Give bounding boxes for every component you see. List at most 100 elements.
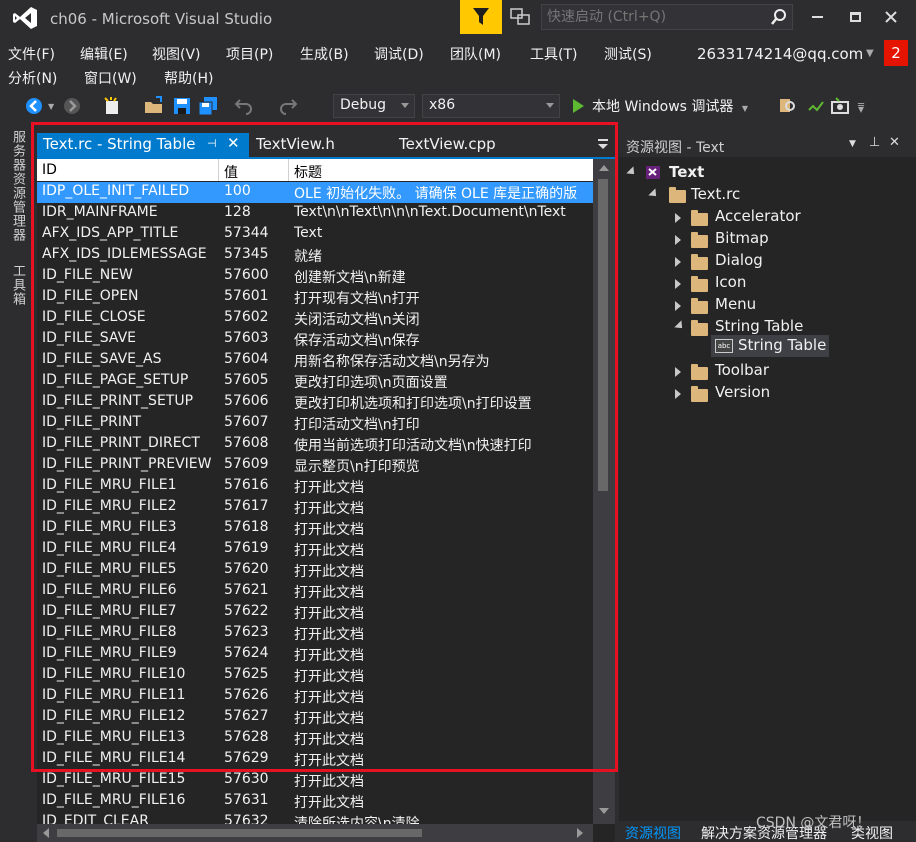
row-value[interactable]: 57344 (224, 225, 269, 241)
pin-icon[interactable]: ⊣ (207, 137, 217, 150)
table-row[interactable]: ID_FILE_NEW 57600 创建新文档\n新建 (37, 266, 593, 287)
redo-icon[interactable] (278, 96, 298, 116)
tab-textview-h[interactable]: TextView.h (250, 133, 341, 157)
row-value[interactable]: 57609 (224, 456, 269, 472)
row-caption[interactable]: 保存活动文档\n保存 (294, 330, 420, 350)
menu-analyze[interactable]: 分析(N) (8, 68, 57, 88)
undo-icon[interactable] (234, 96, 254, 116)
row-id[interactable]: ID_FILE_MRU_FILE11 (42, 687, 185, 703)
table-row[interactable]: ID_FILE_MRU_FILE1 57616 打开此文档 (37, 476, 593, 497)
account-name[interactable]: 2633174214@qq.com (697, 45, 863, 63)
table-row[interactable]: ID_FILE_MRU_FILE13 57628 打开此文档 (37, 728, 593, 749)
row-value[interactable]: 57608 (224, 435, 269, 451)
row-id[interactable]: ID_FILE_MRU_FILE10 (42, 666, 185, 682)
chevron-down-icon[interactable]: ▼ (742, 104, 748, 113)
panel-menu-icon[interactable]: ▼ (849, 139, 856, 149)
table-row[interactable]: ID_FILE_MRU_FILE7 57622 打开此文档 (37, 602, 593, 623)
tree-item-menu[interactable]: Menu (673, 295, 903, 316)
expand-icon[interactable] (675, 301, 681, 311)
row-caption[interactable]: 打开此文档 (294, 708, 364, 728)
row-value[interactable]: 57618 (224, 519, 269, 535)
row-id[interactable]: AFX_IDS_APP_TITLE (42, 225, 178, 241)
table-row[interactable]: ID_FILE_CLOSE 57602 关闭活动文档\n关闭 (37, 308, 593, 329)
collapse-icon[interactable] (648, 188, 660, 200)
menu-edit[interactable]: 编辑(E) (80, 44, 128, 64)
row-id[interactable]: ID_FILE_MRU_FILE3 (42, 519, 177, 535)
row-value[interactable]: 57632 (224, 813, 269, 824)
menu-help[interactable]: 帮助(H) (164, 68, 213, 88)
horizontal-scrollbar[interactable] (37, 824, 593, 842)
search-icon[interactable] (770, 8, 788, 26)
tree-item-version[interactable]: Version (673, 383, 903, 404)
row-caption[interactable]: 清除所选内容\n清除 (294, 813, 420, 824)
row-value[interactable]: 57626 (224, 687, 269, 703)
row-id[interactable]: ID_FILE_PRINT_PREVIEW (42, 456, 211, 472)
start-debugging-button[interactable]: 本地 Windows 调试器 ▼ (573, 96, 748, 116)
table-row[interactable]: ID_FILE_MRU_FILE3 57618 打开此文档 (37, 518, 593, 539)
find-in-files-icon[interactable] (778, 96, 798, 116)
tab-string-table[interactable]: Text.rc - String Table ⊣ ✕ (37, 133, 249, 157)
row-id[interactable]: ID_FILE_MRU_FILE6 (42, 582, 177, 598)
row-caption[interactable]: 打开此文档 (294, 498, 364, 518)
row-id[interactable]: AFX_IDS_IDLEMESSAGE (42, 246, 207, 262)
row-caption[interactable]: 用新名称保存活动文档\n另存为 (294, 351, 490, 371)
table-row[interactable]: IDR_MAINFRAME 128 Text\n\nText\n\n\nText.D… (37, 203, 593, 224)
row-id[interactable]: ID_FILE_PAGE_SETUP (42, 372, 188, 388)
row-caption[interactable]: 显示整页\n打印预览 (294, 456, 420, 476)
quick-launch-box[interactable] (541, 4, 793, 30)
row-value[interactable]: 57619 (224, 540, 269, 556)
menu-build[interactable]: 生成(B) (300, 44, 349, 64)
camera-icon[interactable] (830, 96, 850, 116)
row-id[interactable]: ID_FILE_NEW (42, 267, 133, 283)
table-row[interactable]: ID_FILE_MRU_FILE6 57621 打开此文档 (37, 581, 593, 602)
table-row[interactable]: ID_FILE_PRINT_PREVIEW 57609 显示整页\n打印预览 (37, 455, 593, 476)
expand-icon[interactable] (675, 235, 681, 245)
row-id[interactable]: ID_FILE_MRU_FILE15 (42, 771, 185, 787)
row-caption[interactable]: 就绪 (294, 246, 322, 266)
tab-textview-cpp[interactable]: TextView.cpp (393, 133, 502, 157)
table-row[interactable]: ID_FILE_PRINT_SETUP 57606 更改打印机选项和打印选项\n打印… (37, 392, 593, 413)
row-value[interactable]: 57622 (224, 603, 269, 619)
row-caption[interactable]: 打开此文档 (294, 540, 364, 560)
row-caption[interactable]: 打开此文档 (294, 519, 364, 539)
row-id[interactable]: ID_FILE_PRINT_DIRECT (42, 435, 200, 451)
close-icon[interactable]: ✕ (227, 134, 240, 152)
quick-launch-input[interactable] (542, 5, 762, 29)
row-value[interactable]: 57629 (224, 750, 269, 766)
table-row[interactable]: AFX_IDS_APP_TITLE 57344 Text (37, 224, 593, 245)
scroll-up-icon[interactable] (599, 165, 609, 171)
row-id[interactable]: ID_FILE_PRINT (42, 414, 141, 430)
vertical-scrollbar[interactable] (593, 159, 615, 824)
vertical-scroll-thumb[interactable] (598, 179, 608, 491)
menu-test[interactable]: 测试(S) (604, 44, 652, 64)
table-row[interactable]: ID_FILE_MRU_FILE14 57629 打开此文档 (37, 749, 593, 770)
table-row[interactable]: ID_FILE_MRU_FILE5 57620 打开此文档 (37, 560, 593, 581)
row-value[interactable]: 57628 (224, 729, 269, 745)
tab-overflow-icon[interactable] (597, 138, 609, 150)
table-row[interactable]: AFX_IDS_IDLEMESSAGE 57345 就绪 (37, 245, 593, 266)
collapse-icon[interactable] (626, 166, 638, 178)
table-row[interactable]: ID_FILE_SAVE 57603 保存活动文档\n保存 (37, 329, 593, 350)
row-caption[interactable]: 打开此文档 (294, 624, 364, 644)
menu-debug[interactable]: 调试(D) (374, 44, 424, 64)
new-project-icon[interactable] (102, 96, 122, 116)
row-value[interactable]: 57624 (224, 645, 269, 661)
row-id[interactable]: ID_FILE_MRU_FILE2 (42, 498, 177, 514)
row-value[interactable]: 57603 (224, 330, 269, 346)
row-id[interactable]: ID_FILE_CLOSE (42, 309, 146, 325)
horizontal-scroll-thumb[interactable] (57, 829, 422, 837)
table-row[interactable]: ID_FILE_MRU_FILE15 57630 打开此文档 (37, 770, 593, 791)
row-value[interactable]: 57607 (224, 414, 269, 430)
pin-icon[interactable]: ⊥ (869, 135, 880, 150)
save-all-icon[interactable] (198, 96, 218, 116)
account-caret-icon[interactable]: ▼ (866, 48, 874, 59)
row-caption[interactable]: 打开此文档 (294, 750, 364, 770)
row-value[interactable]: 57630 (224, 771, 269, 787)
row-id[interactable]: ID_FILE_SAVE (42, 330, 136, 346)
row-id[interactable]: ID_FILE_MRU_FILE12 (42, 708, 185, 724)
maximize-button[interactable] (840, 6, 870, 28)
row-value[interactable]: 57601 (224, 288, 269, 304)
row-caption[interactable]: 打开此文档 (294, 645, 364, 665)
column-divider[interactable] (288, 159, 289, 181)
expand-icon[interactable] (675, 213, 681, 223)
